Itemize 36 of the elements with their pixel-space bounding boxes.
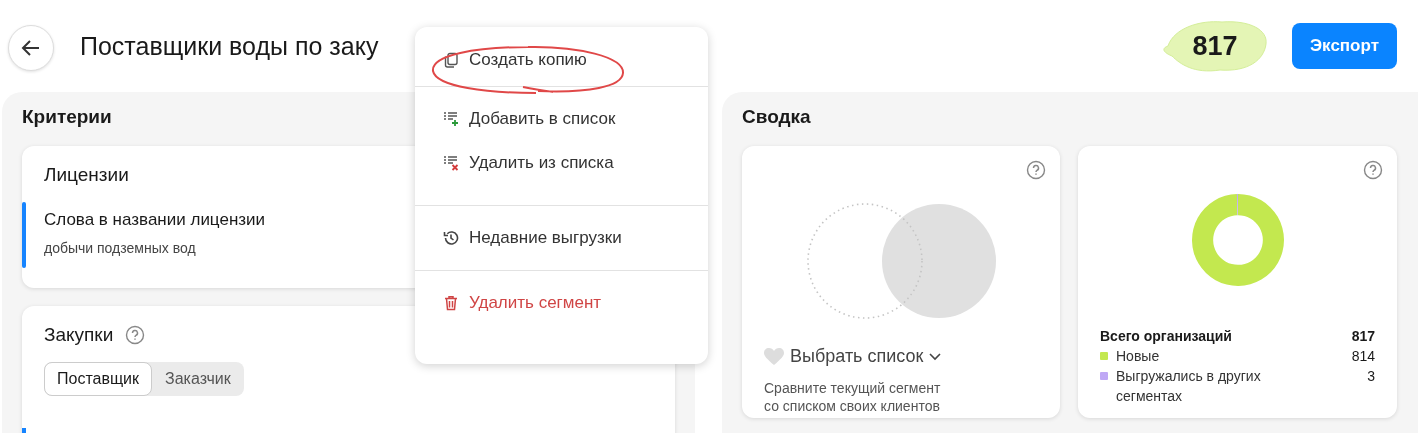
help-icon[interactable] [1363,160,1383,180]
legend-label: Выгружались в других сегментах [1116,367,1262,406]
menu-item[interactable]: Недавние выгрузки [415,220,708,256]
help-icon[interactable] [1026,160,1046,180]
compare-description: Сравните текущий сегмент со списком своих клиентов [764,379,942,415]
criterion-marker [22,202,26,268]
legend-value: 3 [1367,367,1375,386]
history-icon [443,230,459,246]
criterion-value: добычи подземных вод [44,240,197,256]
total-value: 817 [1351,327,1375,346]
card-title: Лицензии [43,164,130,186]
total-label: Всего организаций [1100,327,1233,346]
menu-item[interactable]: Удалить сегмент [415,285,708,321]
criterion-label: Слова в названии лицензии [44,210,266,230]
heart-icon [764,347,784,366]
panel-title: Сводка [742,106,811,128]
list-remove-icon [443,155,459,171]
list-add-icon [443,111,459,127]
export-button[interactable]: Экспорт [1292,23,1397,69]
card-title: Закупки [44,324,114,346]
role-tab[interactable]: Заказчик [152,362,244,396]
menu-item[interactable]: Добавить в список [415,101,708,137]
chevron-down-icon [929,352,942,361]
trash-icon [443,295,459,311]
menu-item[interactable]: Удалить из списка [415,145,708,181]
panel-title: Критерии [22,106,112,128]
role-tab[interactable]: Поставщик [44,362,153,396]
back-button[interactable] [8,25,54,71]
copy-icon [443,52,459,68]
select-list-dropdown[interactable]: Выбрать список [764,346,942,367]
help-icon[interactable] [125,325,146,345]
menu-item[interactable]: Создать копию [415,42,708,78]
legend-value: 814 [1351,347,1375,366]
page-title: Поставщики воды по заку [80,31,379,61]
legend-label: Новые [1116,347,1161,366]
result-count: 817 [1192,30,1238,62]
